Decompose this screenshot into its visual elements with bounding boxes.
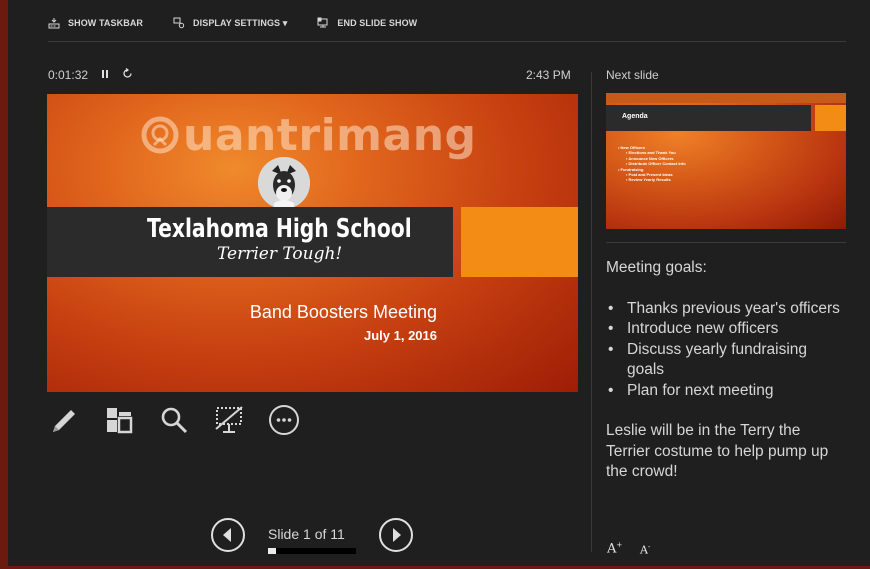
current-time: 2:43 PM <box>526 68 571 82</box>
pause-timer-icon[interactable] <box>100 68 110 82</box>
slide-progress-bar <box>268 548 356 554</box>
next-slide-bullet: Distribute Officer Contact Info <box>618 161 686 166</box>
notes-list-item: Plan for next meeting <box>606 381 841 402</box>
elapsed-time: 0:01:32 <box>48 68 89 82</box>
previous-arrow-icon <box>211 518 245 552</box>
terrier-mascot-image <box>258 157 310 209</box>
restart-timer-icon[interactable] <box>122 68 133 82</box>
show-taskbar-button[interactable]: SHOW TASKBAR <box>48 17 143 29</box>
decrease-font-button[interactable]: A- <box>640 543 650 557</box>
window-frame-left <box>0 0 8 569</box>
notes-list-item: Discuss yearly fundraising goals <box>606 340 841 381</box>
next-slide-topbar <box>606 93 846 103</box>
end-slide-show-icon <box>317 17 328 28</box>
next-slide-title: Agenda <box>622 113 648 120</box>
presenter-tools <box>47 403 322 437</box>
zoom-icon[interactable] <box>157 403 191 437</box>
notes-footer: Leslie will be in the Terry the Terrier … <box>606 422 829 480</box>
display-settings-label: DISPLAY SETTINGS ▾ <box>193 17 288 28</box>
toolbar-divider <box>48 41 846 42</box>
show-taskbar-label: SHOW TASKBAR <box>68 18 144 28</box>
next-slide-bullet: Review Yearly Results <box>618 177 686 182</box>
next-arrow-icon <box>379 518 413 552</box>
decrease-font-icon: A <box>640 543 648 557</box>
previous-slide-button[interactable] <box>210 517 246 553</box>
pen-icon[interactable] <box>47 403 81 437</box>
next-slide-accent <box>815 105 846 131</box>
speaker-notes[interactable]: Meeting goals: Thanks previous year's of… <box>606 258 841 483</box>
presenter-toolbar: SHOW TASKBAR DISPLAY SETTINGS ▾ END SLID… <box>48 14 447 32</box>
next-slide-preview[interactable]: Agenda New OfficersElections and Thank Y… <box>606 93 846 229</box>
notes-list-item: Introduce new officers <box>606 319 841 340</box>
notes-divider <box>606 242 846 243</box>
timer-row: 0:01:32 <box>48 68 133 82</box>
slide-counter[interactable]: Slide 1 of 11 <box>268 526 345 542</box>
slide-title: Texlahoma High School <box>147 214 412 244</box>
current-slide[interactable]: uantrimang Texlahoma High School Terrier… <box>47 94 578 392</box>
next-slide-label: Next slide <box>606 68 659 82</box>
next-slide-bullets: New OfficersElections and Thank YouAnnou… <box>618 145 686 183</box>
slide-subtitle: Band Boosters Meeting <box>249 302 437 322</box>
watermark-logo-icon <box>141 116 179 154</box>
notes-list: Thanks previous year's officersIntroduce… <box>606 299 841 402</box>
slide-tagline: Terrier Tough! <box>217 244 343 264</box>
slide-progress-fill <box>268 548 276 554</box>
display-settings-icon <box>173 17 185 29</box>
end-slide-show-label: END SLIDE SHOW <box>337 18 418 28</box>
slide-date: July 1, 2016 <box>364 328 437 343</box>
end-slide-show-button[interactable]: END SLIDE SHOW <box>317 17 417 29</box>
more-options-icon[interactable] <box>267 403 301 437</box>
increase-font-icon: A <box>607 541 617 557</box>
black-screen-icon[interactable] <box>212 403 246 437</box>
notes-list-item: Thanks previous year's officers <box>606 299 841 320</box>
display-settings-button[interactable]: DISPLAY SETTINGS ▾ <box>173 17 287 29</box>
panel-divider <box>591 72 592 552</box>
see-all-slides-icon[interactable] <box>102 403 136 437</box>
notes-heading: Meeting goals: <box>606 259 707 276</box>
watermark-text: uantrimang <box>183 110 477 161</box>
next-slide-button[interactable] <box>378 517 414 553</box>
taskbar-icon <box>48 18 60 29</box>
title-banner-accent <box>461 207 578 277</box>
increase-font-button[interactable]: A+ <box>607 541 622 556</box>
